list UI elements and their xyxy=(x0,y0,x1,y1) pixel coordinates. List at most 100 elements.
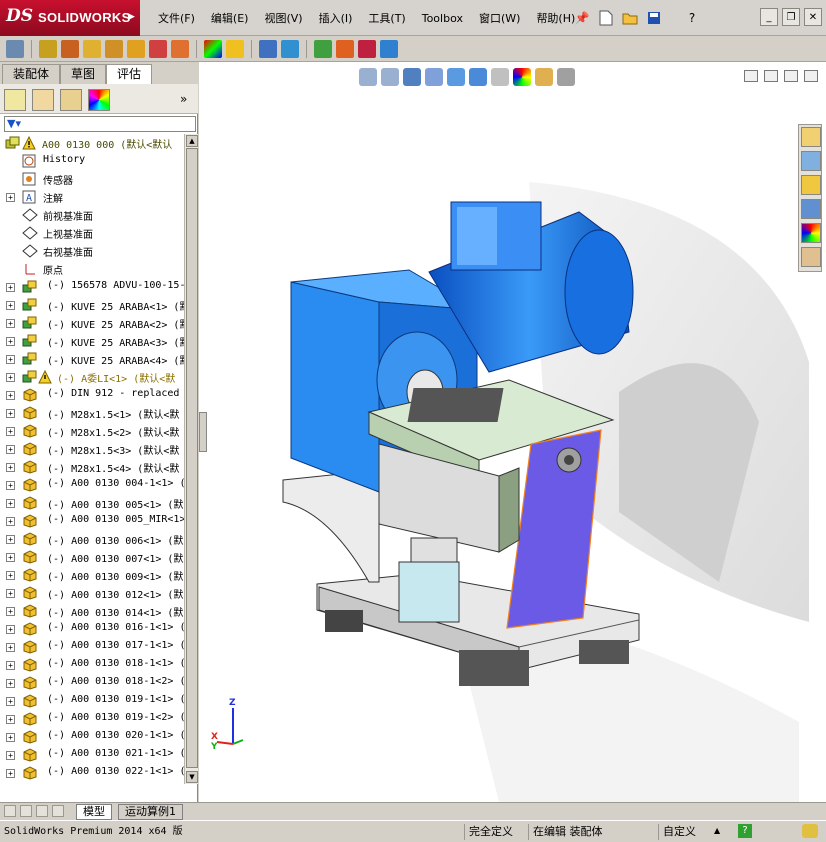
section-view-icon[interactable] xyxy=(425,68,443,86)
expand-icon[interactable]: + xyxy=(6,751,15,760)
zoom-to-area-icon[interactable] xyxy=(381,68,399,86)
custom-properties-icon[interactable] xyxy=(801,247,821,267)
panel-collapse-handle[interactable] xyxy=(199,412,207,452)
tree-item[interactable]: 传感器 xyxy=(0,170,184,188)
feature-manager-icon[interactable] xyxy=(4,89,26,111)
expand-icon[interactable]: + xyxy=(6,535,15,544)
appearances-icon[interactable] xyxy=(801,223,821,243)
tab-model[interactable]: 模型 xyxy=(76,804,112,820)
view-orientation-icon[interactable] xyxy=(447,68,465,86)
tree-item[interactable]: + (-) A00 0130 019-1<2> ( xyxy=(0,710,184,728)
tree-item[interactable]: + (-) A00 0130 005<1> (默 xyxy=(0,494,184,512)
units-caret-icon[interactable]: ▲ xyxy=(714,826,720,835)
tree-item[interactable]: 上视基准面 xyxy=(0,224,184,242)
tree-item[interactable]: + (-) M28x1.5<4> (默认<默 xyxy=(0,458,184,476)
tree-item[interactable]: 原点 xyxy=(0,260,184,278)
expand-icon[interactable]: + xyxy=(6,553,15,562)
expand-icon[interactable]: + xyxy=(6,661,15,670)
next-tab-icon[interactable] xyxy=(36,805,48,817)
home-icon[interactable] xyxy=(801,127,821,147)
curvature-icon[interactable] xyxy=(204,39,222,58)
last-tab-icon[interactable] xyxy=(52,805,64,817)
expand-icon[interactable]: + xyxy=(6,355,15,364)
tree-item[interactable]: + (-) A00 0130 005_MIR<1> xyxy=(0,512,184,530)
solidworks-logo[interactable]: DS SOLIDWORKS ▶ xyxy=(0,0,140,36)
hide-show-icon[interactable] xyxy=(491,68,509,86)
expand-icon[interactable]: + xyxy=(6,643,15,652)
options-icon[interactable] xyxy=(6,39,24,58)
tree-item[interactable]: + (-) M28x1.5<2> (默认<默 xyxy=(0,422,184,440)
tree-item[interactable]: + (-) KUVE 25 ARABA<4> (默 xyxy=(0,350,184,368)
clearance-icon[interactable] xyxy=(149,39,167,58)
tree-item[interactable]: + (-) A00 0130 021-1<1> ( xyxy=(0,746,184,764)
close-button[interactable]: ✕ xyxy=(804,8,822,26)
expand-icon[interactable]: + xyxy=(6,301,15,310)
tree-item[interactable]: + (-) A委LI<1> (默认<默 xyxy=(0,368,184,386)
sustainability-icon[interactable] xyxy=(380,39,398,58)
tile-view-icon[interactable] xyxy=(764,70,778,82)
tree-item[interactable]: + (-) A00 0130 006<1> (默 xyxy=(0,530,184,548)
menu-view[interactable]: 视图(V) xyxy=(256,10,310,28)
configuration-manager-icon[interactable] xyxy=(60,89,82,111)
tab-motion-study[interactable]: 运动算例1 xyxy=(118,804,183,820)
compare-icon[interactable] xyxy=(259,39,277,58)
tree-item[interactable]: + (-) M28x1.5<1> (默认<默 xyxy=(0,404,184,422)
expand-icon[interactable]: + xyxy=(6,769,15,778)
tree-item[interactable]: + (-) 156578 ADVU-100-15- xyxy=(0,278,184,296)
scroll-up-icon[interactable]: ▲ xyxy=(186,135,198,147)
save-icon[interactable] xyxy=(644,8,664,28)
expand-icon[interactable]: + xyxy=(6,571,15,580)
sensor-icon[interactable] xyxy=(105,39,123,58)
tree-item[interactable]: + (-) A00 0130 004-1<1> ( xyxy=(0,476,184,494)
tree-vertical-scrollbar[interactable]: ▲ ▼ xyxy=(184,134,198,784)
zoom-to-fit-icon[interactable] xyxy=(359,68,377,86)
expand-icon[interactable]: + xyxy=(6,445,15,454)
tree-item[interactable]: + (-) A00 0130 022-1<1> ( xyxy=(0,764,184,782)
tree-item[interactable]: + (-) A00 0130 012<1> (默 xyxy=(0,584,184,602)
tree-filter[interactable]: ▼▾ xyxy=(4,116,196,132)
help-status-icon[interactable]: ? xyxy=(738,824,752,838)
tree-root-item[interactable]: A00 0130 000 (默认<默认 xyxy=(0,134,184,152)
status-units[interactable]: 自定义 xyxy=(658,824,732,840)
tree-item[interactable]: 前视基准面 xyxy=(0,206,184,224)
expand-icon[interactable]: + xyxy=(6,733,15,742)
expand-icon[interactable]: + xyxy=(6,283,15,292)
menu-window[interactable]: 窗口(W) xyxy=(471,10,528,28)
tree-item[interactable]: + (-) A00 0130 016-1<1> ( xyxy=(0,620,184,638)
menu-insert[interactable]: 插入(I) xyxy=(311,10,361,28)
measure-icon[interactable] xyxy=(39,39,57,58)
prev-tab-icon[interactable] xyxy=(20,805,32,817)
expand-icon[interactable]: + xyxy=(6,589,15,598)
expand-icon[interactable]: + xyxy=(6,715,15,724)
expand-icon[interactable]: + xyxy=(6,463,15,472)
tree-item[interactable]: + (-) KUVE 25 ARABA<2> (默 xyxy=(0,314,184,332)
split-view-icon[interactable] xyxy=(744,70,758,82)
tree-item[interactable]: + (-) A00 0130 020-1<1> ( xyxy=(0,728,184,746)
new-document-icon[interactable] xyxy=(596,8,616,28)
tree-item[interactable]: + (-) A00 0130 017-1<1> ( xyxy=(0,638,184,656)
display-style-icon[interactable] xyxy=(469,68,487,86)
file-explorer-icon[interactable] xyxy=(801,175,821,195)
edit-appearance-icon[interactable] xyxy=(513,68,531,86)
first-tab-icon[interactable] xyxy=(4,805,16,817)
expand-icon[interactable]: + xyxy=(6,193,15,202)
costing-icon[interactable] xyxy=(336,39,354,58)
tab-evaluate[interactable]: 评估 xyxy=(106,64,153,85)
tree-item[interactable]: 右视基准面 xyxy=(0,242,184,260)
previous-view-icon[interactable] xyxy=(403,68,421,86)
design-study-icon[interactable] xyxy=(358,39,376,58)
rebuild-status-icon[interactable] xyxy=(802,824,818,838)
restore-button[interactable]: ❐ xyxy=(782,8,800,26)
tab-assembly[interactable]: 装配体 xyxy=(2,64,61,84)
expand-icon[interactable]: + xyxy=(6,481,15,490)
tree-item[interactable]: + (-) A00 0130 018-1<1> ( xyxy=(0,656,184,674)
tree-item[interactable]: + (-) M28x1.5<3> (默认<默 xyxy=(0,440,184,458)
section-properties-icon[interactable] xyxy=(83,39,101,58)
expand-icon[interactable]: + xyxy=(6,391,15,400)
tree-item[interactable]: History xyxy=(0,152,184,170)
expand-icon[interactable]: + xyxy=(6,697,15,706)
open-folder-icon[interactable] xyxy=(620,8,640,28)
expand-icon[interactable]: + xyxy=(6,409,15,418)
hole-alignment-icon[interactable] xyxy=(171,39,189,58)
simulation-icon[interactable] xyxy=(314,39,332,58)
